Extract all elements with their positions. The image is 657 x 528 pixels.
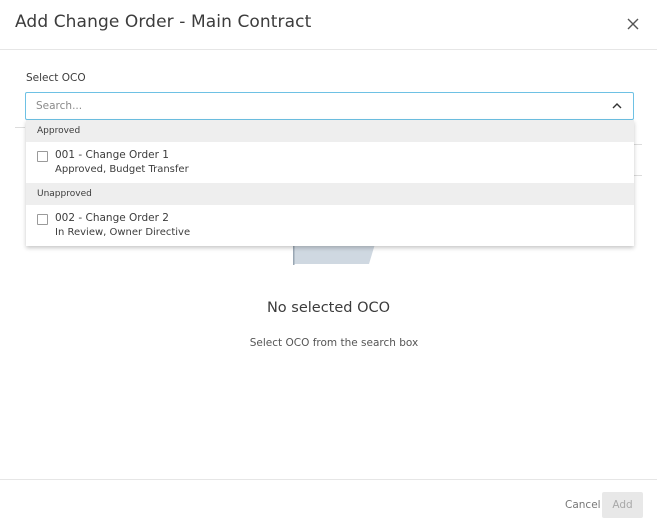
option-subtitle: Approved, Budget Transfer [55, 164, 189, 175]
dialog-header: Add Change Order - Main Contract [0, 0, 657, 50]
background-divider [634, 144, 642, 145]
option-subtitle: In Review, Owner Directive [55, 227, 191, 238]
option-change-order-2[interactable]: 002 - Change Order 2 In Review, Owner Di… [26, 207, 634, 247]
empty-state-illustration [293, 244, 375, 265]
oco-search-box[interactable] [25, 92, 634, 120]
close-icon[interactable] [625, 16, 641, 32]
dialog-title: Add Change Order - Main Contract [15, 12, 312, 32]
chevron-up-icon[interactable] [611, 100, 623, 112]
oco-dropdown-list: Approved 001 - Change Order 1 Approved, … [26, 120, 634, 246]
empty-state-subtitle: Select OCO from the search box [249, 337, 419, 349]
background-divider [634, 175, 642, 176]
option-change-order-1[interactable]: 001 - Change Order 1 Approved, Budget Tr… [26, 144, 634, 184]
empty-state-title: No selected OCO [266, 300, 391, 316]
option-title: 002 - Change Order 2 [55, 212, 169, 224]
option-title: 001 - Change Order 1 [55, 149, 169, 161]
checkbox-icon[interactable] [37, 151, 48, 162]
oco-search-input[interactable] [36, 98, 596, 114]
select-oco-label: Select OCO [26, 72, 86, 84]
group-header-unapproved: Unapproved [26, 183, 634, 205]
dialog-footer: Cancel Add [0, 479, 657, 528]
add-button[interactable]: Add [602, 492, 643, 518]
checkbox-icon[interactable] [37, 214, 48, 225]
group-header-approved: Approved [26, 120, 634, 142]
background-divider [15, 127, 25, 128]
